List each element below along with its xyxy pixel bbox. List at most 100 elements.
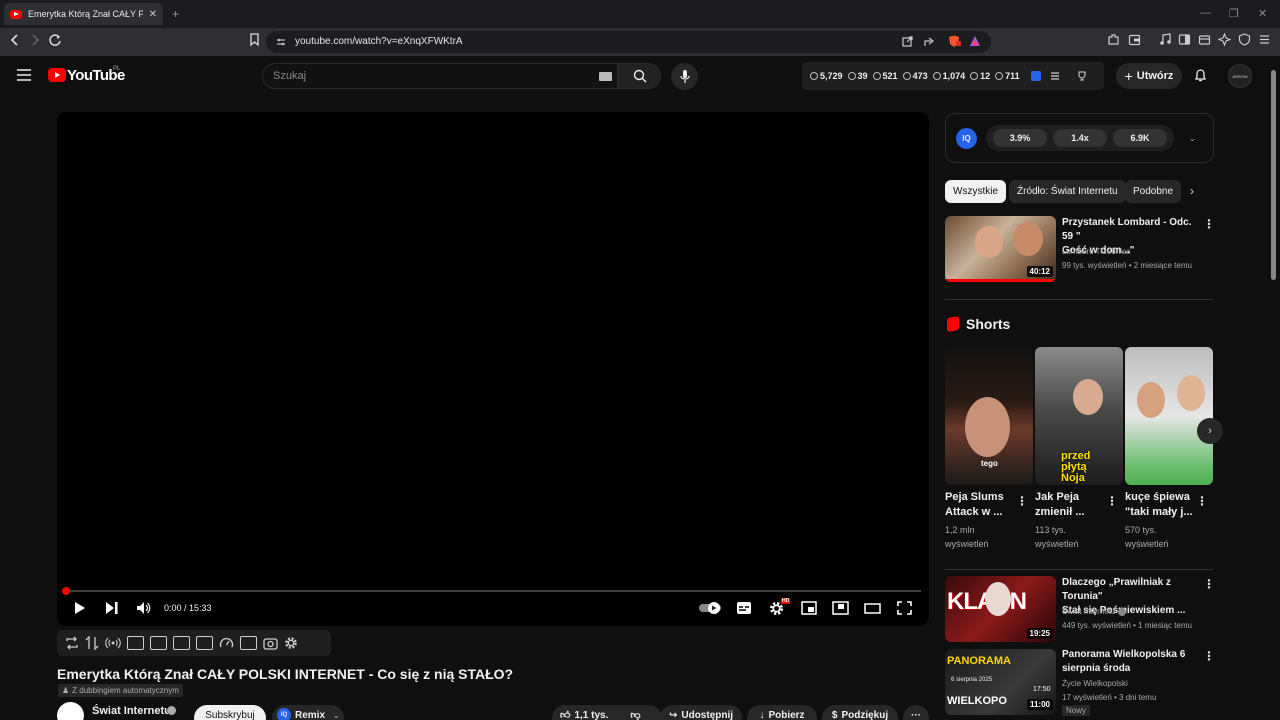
forward-icon[interactable] (29, 33, 41, 47)
open-external-icon[interactable] (902, 36, 913, 47)
video-more-icon[interactable]: ⋮ (1203, 577, 1215, 591)
video-player[interactable] (57, 112, 929, 626)
short-title[interactable]: Jak Peja zmienił ... (1035, 490, 1103, 520)
vpn-shield-icon[interactable] (1238, 33, 1251, 46)
keyboard-icon[interactable] (599, 72, 612, 81)
progress-scrubber[interactable] (62, 587, 70, 595)
like-icon[interactable]: 👍︎ (560, 709, 570, 720)
notifications-bell-icon[interactable] (1194, 68, 1207, 83)
share-page-icon[interactable] (924, 36, 935, 47)
shorts-next-button[interactable]: › (1197, 418, 1223, 444)
video-channel[interactable]: Lombard Trzebnica (1062, 245, 1130, 259)
account-avatar[interactable]: ARROW (1228, 64, 1252, 88)
leo-ai-icon[interactable] (1218, 33, 1231, 46)
search-input[interactable] (263, 64, 583, 88)
autoplay-toggle-icon[interactable] (698, 601, 723, 615)
close-window-icon[interactable]: ✕ (1258, 7, 1267, 20)
share-button[interactable]: ↪ Udostępnij (660, 705, 742, 720)
search-button[interactable] (618, 63, 661, 89)
subtitles-icon[interactable] (736, 601, 752, 615)
back-icon[interactable] (9, 33, 21, 47)
reload-icon[interactable] (48, 33, 62, 47)
short-thumbnail[interactable] (1125, 347, 1213, 485)
voice-search-button[interactable] (671, 63, 698, 90)
chip-similar[interactable]: Podobne (1125, 180, 1182, 203)
iq-metric-engagement[interactable]: 3.9% (993, 129, 1047, 147)
tab-close-icon[interactable]: ✕ (149, 9, 157, 20)
video-more-icon[interactable]: ⋮ (1203, 649, 1215, 663)
bookmark-icon[interactable] (249, 33, 260, 47)
thanks-button[interactable]: $ Podziękuj (822, 705, 898, 720)
more-actions-button[interactable]: ··· (903, 705, 929, 720)
video-thumbnail[interactable]: 40:12 (945, 216, 1056, 282)
short-more-icon[interactable]: ⋮ (1196, 494, 1208, 508)
image-icon[interactable] (173, 636, 190, 650)
short-thumbnail[interactable]: przed płytą Noja (1035, 347, 1123, 485)
chip-all[interactable]: Wszystkie (945, 180, 1006, 203)
next-video-icon[interactable] (105, 601, 119, 615)
trophy-icon[interactable] (1077, 71, 1087, 81)
progress-bar[interactable] (65, 590, 921, 592)
channel-avatar[interactable] (57, 702, 84, 720)
list-icon[interactable] (1050, 71, 1060, 81)
channel-name[interactable]: Świat Internetu (92, 705, 171, 717)
site-settings-icon[interactable] (276, 37, 286, 47)
fullscreen-icon[interactable] (897, 601, 912, 615)
filmstrip-icon[interactable] (150, 636, 167, 650)
sidebar-toggle-icon[interactable] (1178, 33, 1191, 46)
maximize-icon[interactable]: ❐ (1229, 7, 1239, 20)
screenshot-camera-icon[interactable] (263, 636, 278, 650)
brave-rewards-icon[interactable] (969, 35, 981, 47)
iq-expand-chevron-icon[interactable]: ⌄ (1189, 134, 1196, 143)
short-thumbnail[interactable]: tego (945, 347, 1033, 485)
sort-icon[interactable] (85, 636, 99, 650)
video-thumbnail[interactable]: PANORAMA 6 sierpnia 2025 17:50 WIELKOPO … (945, 649, 1056, 715)
page-scrollbar[interactable] (1271, 70, 1276, 280)
iq-ext-icon[interactable] (1030, 71, 1041, 81)
screen-settings-icon[interactable] (127, 636, 144, 650)
wallet-icon[interactable] (1128, 33, 1141, 46)
theater-mode-icon[interactable] (864, 601, 881, 615)
chip-source[interactable]: Źródło: Świat Internetu (1009, 180, 1126, 203)
chips-next-arrow-icon[interactable]: › (1190, 184, 1194, 198)
dislike-icon[interactable]: 👎︎ (630, 709, 640, 720)
add-box-icon[interactable] (240, 636, 257, 650)
video-channel[interactable]: Świat Internetu (1062, 605, 1115, 619)
volume-icon[interactable] (136, 601, 151, 615)
miniplayer-icon[interactable] (801, 601, 817, 615)
download-button[interactable]: ↓ Pobierz (747, 705, 817, 720)
captions-box-icon[interactable] (196, 636, 213, 650)
short-title[interactable]: kuçe śpiewa "taki mały j... (1125, 490, 1193, 520)
music-icon[interactable] (1159, 33, 1172, 46)
video-channel[interactable]: Życie Wielkopolski (1062, 677, 1128, 691)
short-more-icon[interactable]: ⋮ (1106, 494, 1118, 508)
iq-logo-icon[interactable]: IQ (956, 128, 977, 149)
create-button[interactable]: + Utwórz (1116, 63, 1182, 89)
pip-icon[interactable] (832, 601, 849, 615)
remix-button[interactable]: IQ Remix ⌄ (272, 705, 344, 720)
video-title-rec[interactable]: Panorama Wielkopolska 6 sierpnia środa (1062, 648, 1202, 676)
search-box[interactable] (262, 63, 618, 89)
hamburger-menu-icon[interactable] (17, 69, 31, 81)
new-tab-button[interactable]: + (172, 7, 179, 21)
short-title[interactable]: Peja Slums Attack w ... (945, 490, 1013, 520)
minimize-icon[interactable]: — (1200, 7, 1211, 19)
brave-shield-icon[interactable] (947, 35, 961, 48)
browser-menu-icon[interactable] (1258, 33, 1271, 46)
iq-metric-views[interactable]: 6.9K (1113, 129, 1167, 147)
subscribe-button[interactable]: Subskrybuj (194, 705, 266, 720)
like-count[interactable]: 1,1 tys. (574, 710, 608, 720)
speed-gauge-icon[interactable] (219, 636, 234, 650)
wallet-card-icon[interactable] (1198, 33, 1211, 46)
play-icon[interactable] (74, 601, 86, 615)
youtube-logo-icon[interactable] (48, 68, 66, 82)
broadcast-icon[interactable] (105, 636, 121, 650)
extensions-icon[interactable] (1107, 33, 1120, 46)
browser-tab-active[interactable]: Emerytka Którą Znał CAŁY POLSKI ✕ (4, 3, 163, 25)
video-more-icon[interactable]: ⋮ (1203, 217, 1215, 231)
short-more-icon[interactable]: ⋮ (1016, 494, 1028, 508)
iq-metric-multiplier[interactable]: 1.4x (1053, 129, 1107, 147)
video-thumbnail[interactable]: KLAUN 19:25 (945, 576, 1056, 642)
extension-settings-icon[interactable] (284, 636, 298, 650)
loop-icon[interactable] (65, 636, 79, 650)
